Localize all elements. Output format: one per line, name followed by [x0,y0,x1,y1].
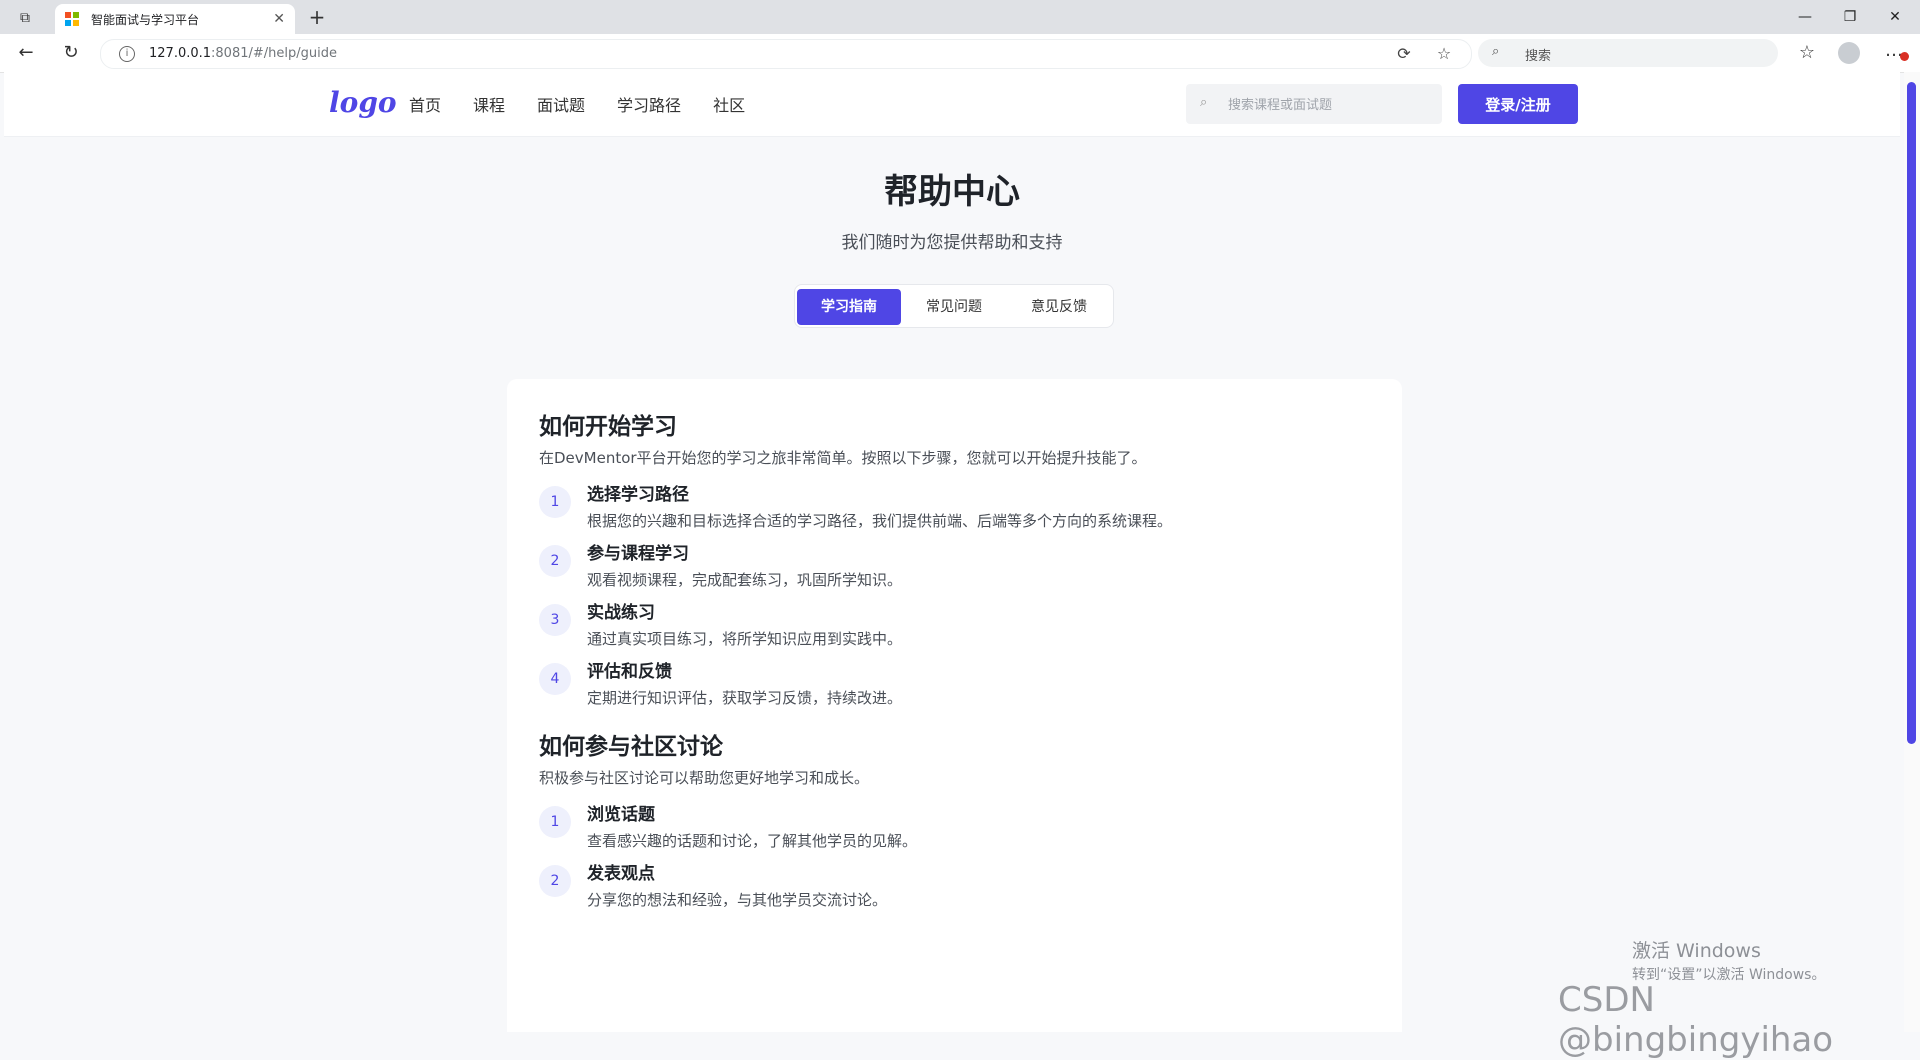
profile-avatar[interactable] [1838,42,1860,64]
reload-icon[interactable]: ↻ [59,41,83,65]
page-viewport: logo 首页 课程 面试题 学习路径 社区 ⌕ 登录/注册 帮助中心 我们随时… [4,72,1900,1032]
step-item: 2 参与课程学习 观看视频课程，完成配套练习，巩固所学知识。 [539,539,1379,599]
page-scrollbar[interactable] [1904,72,1920,1032]
page-title: 帮助中心 [884,172,1020,212]
step-description: 通过真实项目练习，将所学知识应用到实践中。 [587,630,903,648]
windows-activation-title: 激活 Windows [1632,940,1761,962]
tab-faq[interactable]: 常见问题 [902,289,1006,325]
url-text[interactable]: 127.0.0.1:8081/#/help/guide [149,46,337,61]
close-window-button[interactable]: ✕ [1875,4,1915,30]
site-logo[interactable]: logo [329,86,397,119]
step-title: 发表观点 [587,864,655,884]
scrollbar-thumb[interactable] [1907,82,1916,744]
step-number: 3 [539,604,571,636]
step-item: 4 评估和反馈 定期进行知识评估，获取学习反馈，持续改进。 [539,657,1379,717]
step-number: 2 [539,865,571,897]
tab-learning-guide[interactable]: 学习指南 [797,289,901,325]
restore-button[interactable]: ❐ [1830,4,1870,30]
section-title: 如何开始学习 [539,414,677,440]
step-description: 定期进行知识评估，获取学习反馈，持续改进。 [587,689,903,707]
nav-community[interactable]: 社区 [713,92,745,116]
tab-close-icon[interactable]: ✕ [273,11,285,27]
search-icon: ⌕ [1200,95,1208,110]
step-title: 浏览话题 [587,805,655,825]
back-arrow-icon[interactable]: ← [14,41,38,65]
csdn-watermark: CSDN @bingbingyihao [1558,980,1834,1060]
step-description: 根据您的兴趣和目标选择合适的学习路径，我们提供前端、后端等多个方向的系统课程。 [587,512,1173,530]
page-subtitle: 我们随时为您提供帮助和支持 [841,233,1063,253]
step-item: 1 浏览话题 查看感兴趣的话题和讨论，了解其他学员的见解。 [539,800,1379,860]
new-tab-button[interactable]: + [305,6,329,30]
site-favicon-icon [65,12,79,26]
help-tabs: 学习指南 常见问题 意见反馈 [794,284,1114,328]
step-description: 分享您的想法和经验，与其他学员交流讨论。 [587,891,888,909]
step-title: 参与课程学习 [587,544,689,564]
site-header: logo 首页 课程 面试题 学习路径 社区 ⌕ 登录/注册 [4,72,1900,137]
browser-toolbar: ← ↻ i 127.0.0.1:8081/#/help/guide ⟳ ☆ ⌕ … [0,34,1920,73]
step-number: 1 [539,486,571,518]
step-number: 2 [539,545,571,577]
site-search: ⌕ [1186,84,1442,124]
browser-tab-strip: ⧉ 智能面试与学习平台 ✕ + — ❐ ✕ [0,0,1920,34]
favorites-icon[interactable]: ☆ [1795,41,1819,65]
step-title: 实战练习 [587,603,655,623]
step-title: 选择学习路径 [587,485,689,505]
search-icon: ⌕ [1492,44,1500,59]
section-intro: 积极参与社区讨论可以帮助您更好地学习和成长。 [539,769,870,787]
address-bar[interactable]: i 127.0.0.1:8081/#/help/guide ⟳ ☆ [100,39,1472,69]
step-description: 观看视频课程，完成配套练习，巩固所学知识。 [587,571,903,589]
guide-card: 如何开始学习 在DevMentor平台开始您的学习之旅非常简单。按照以下步骤，您… [507,379,1402,1032]
step-item: 3 实战练习 通过真实项目练习，将所学知识应用到实践中。 [539,598,1379,658]
tab-feedback[interactable]: 意见反馈 [1007,289,1111,325]
nav-interview-questions[interactable]: 面试题 [537,92,585,116]
tab-title: 智能面试与学习平台 [91,12,200,27]
nav-learning-paths[interactable]: 学习路径 [617,92,681,116]
browser-tab-active[interactable]: 智能面试与学习平台 ✕ [55,4,295,34]
browser-search-box[interactable]: ⌕ 搜索 [1478,39,1778,67]
step-item: 2 发表观点 分享您的想法和经验，与其他学员交流讨论。 [539,859,1379,919]
step-description: 查看感兴趣的话题和讨论，了解其他学员的见解。 [587,832,918,850]
browser-search-placeholder: 搜索 [1525,49,1552,64]
favorite-star-icon[interactable]: ☆ [1433,43,1455,65]
step-number: 4 [539,663,571,695]
site-info-icon[interactable]: i [119,46,135,62]
step-item: 1 选择学习路径 根据您的兴趣和目标选择合适的学习路径，我们提供前端、后端等多个… [539,480,1379,540]
section-title: 如何参与社区讨论 [539,734,723,760]
notification-badge [1900,52,1909,61]
login-register-button[interactable]: 登录/注册 [1458,84,1578,124]
step-title: 评估和反馈 [587,662,672,682]
workspaces-icon[interactable]: ⧉ [14,7,36,29]
nav-courses[interactable]: 课程 [473,92,505,116]
main-nav: 首页 课程 面试题 学习路径 社区 [409,72,777,136]
section-intro: 在DevMentor平台开始您的学习之旅非常简单。按照以下步骤，您就可以开始提升… [539,449,1147,467]
site-search-input[interactable] [1226,93,1430,117]
nav-home[interactable]: 首页 [409,92,441,116]
minimize-button[interactable]: — [1785,4,1825,30]
refresh-site-icon[interactable]: ⟳ [1393,43,1415,65]
step-number: 1 [539,806,571,838]
